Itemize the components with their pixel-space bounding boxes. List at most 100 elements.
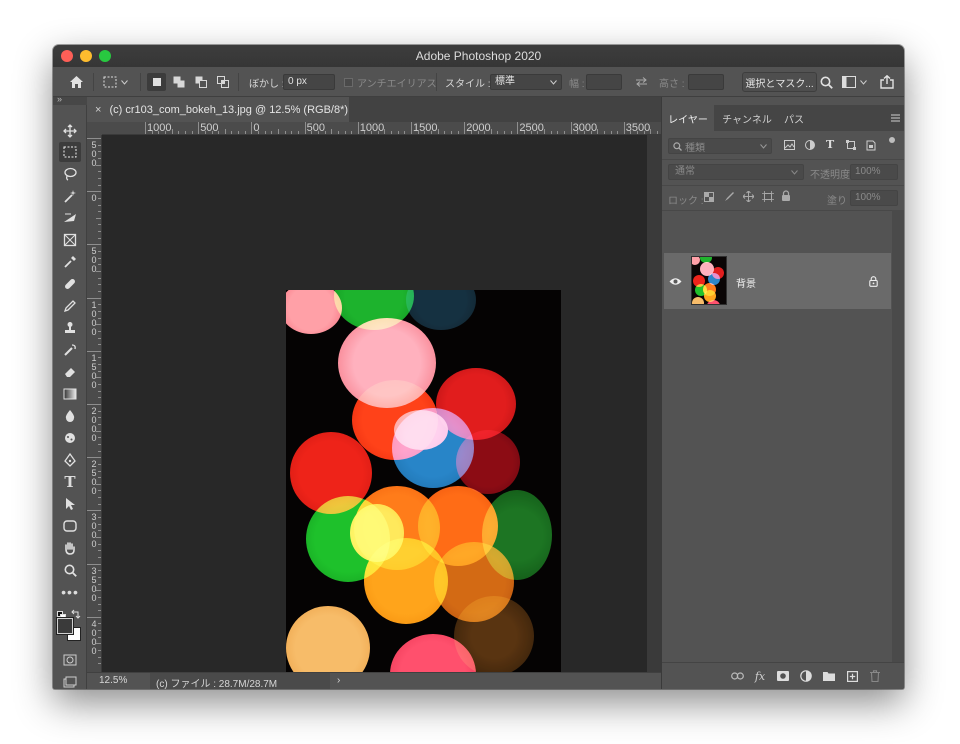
quick-mask-button[interactable]: [59, 650, 81, 670]
minimize-window-button[interactable]: [80, 50, 92, 62]
panel-menu-button[interactable]: [887, 105, 903, 131]
layer-kind-filter[interactable]: 種類: [668, 138, 772, 154]
gradient-tool[interactable]: [59, 384, 81, 404]
filter-type-icon[interactable]: T: [826, 138, 834, 151]
style-select[interactable]: 標準: [490, 74, 562, 90]
lock-artboard-button[interactable]: [762, 191, 774, 205]
marquee-tool[interactable]: [59, 142, 81, 162]
status-menu-arrow[interactable]: ›: [337, 675, 340, 686]
add-mask-button[interactable]: [776, 669, 790, 683]
expand-toolbar-icon[interactable]: »: [57, 94, 62, 104]
brush-tool[interactable]: [59, 296, 81, 316]
tab-paths[interactable]: パス: [779, 105, 809, 131]
dodge-tool[interactable]: [59, 428, 81, 448]
filter-pixel-icon[interactable]: [784, 140, 795, 153]
layer-visibility-toggle[interactable]: [669, 273, 682, 291]
ruler-minor-tick: [98, 237, 101, 239]
new-adjustment-layer-button[interactable]: [799, 669, 813, 683]
lock-all-button[interactable]: [781, 190, 791, 205]
intersect-selection-button[interactable]: [214, 67, 232, 97]
select-and-mask-button[interactable]: 選択とマスク...: [742, 72, 817, 92]
path-selection-tool[interactable]: [59, 494, 81, 514]
eyedropper-tool[interactable]: [59, 252, 81, 272]
blend-mode-select[interactable]: 通常: [668, 164, 804, 180]
canvas-area[interactable]: [102, 135, 647, 689]
filter-shape-icon[interactable]: [846, 140, 856, 153]
crop-tool[interactable]: [59, 208, 81, 228]
layers-scrollbar[interactable]: [892, 210, 904, 662]
magic-wand-tool[interactable]: [59, 186, 81, 206]
ruler-minor-tick: [397, 131, 399, 134]
ruler-minor-tick: [284, 131, 286, 134]
zoom-window-button[interactable]: [99, 50, 111, 62]
delete-layer-button[interactable]: [868, 669, 882, 683]
ruler-minor-tick: [98, 503, 101, 505]
ruler-origin[interactable]: [87, 122, 102, 135]
filter-smart-object-icon[interactable]: [866, 140, 876, 154]
ruler-minor-tick: [337, 131, 339, 134]
new-group-button[interactable]: [822, 669, 836, 683]
layer-style-button[interactable]: fx: [753, 669, 767, 683]
workspace-switcher[interactable]: [842, 67, 870, 97]
layer-row-background[interactable]: 背景: [664, 253, 891, 309]
shape-tool[interactable]: [59, 516, 81, 536]
lock-position-button[interactable]: [742, 190, 755, 205]
blur-tool[interactable]: [59, 406, 81, 426]
layer-name[interactable]: 背景: [736, 275, 756, 290]
screen-mode-button[interactable]: [59, 672, 81, 689]
home-button[interactable]: [67, 67, 85, 97]
hand-tool[interactable]: [59, 538, 81, 558]
zoom-level[interactable]: 12.5%: [99, 675, 127, 686]
mask-icon: [777, 671, 789, 681]
eraser-tool[interactable]: [59, 362, 81, 382]
fill-input[interactable]: 100%: [850, 190, 898, 206]
edit-toolbar-button[interactable]: •••: [59, 582, 81, 602]
tab-layers[interactable]: レイヤー: [662, 105, 714, 131]
foreground-color-swatch[interactable]: [57, 618, 73, 634]
filter-adjustment-icon[interactable]: [805, 140, 815, 153]
document-tab[interactable]: × (c) cr103_com_bokeh_13.jpg @ 12.5% (RG…: [87, 97, 349, 122]
lasso-tool[interactable]: [59, 164, 81, 184]
filter-toggle-switch[interactable]: [889, 137, 895, 143]
move-tool[interactable]: [59, 121, 81, 141]
add-selection-button[interactable]: [170, 67, 188, 97]
clone-stamp-tool[interactable]: [59, 318, 81, 338]
feather-input[interactable]: 0 px: [283, 74, 335, 90]
height-input[interactable]: [688, 74, 724, 90]
ruler-minor-tick: [98, 650, 101, 652]
link-layers-button[interactable]: [730, 669, 744, 683]
antialias-checkbox[interactable]: アンチエイリアス: [344, 67, 437, 97]
tab-channels[interactable]: チャンネル: [716, 105, 778, 131]
frame-tool[interactable]: [59, 230, 81, 250]
ruler-minor-tick: [98, 417, 101, 419]
pen-tool[interactable]: [59, 450, 81, 470]
share-button[interactable]: [879, 67, 895, 97]
opacity-input[interactable]: 100%: [850, 164, 898, 180]
vertical-ruler[interactable]: 500 0 500 1000 1500 2000 2500 3000 3500 4000: [87, 135, 102, 672]
lock-transparent-pixels-button[interactable]: [704, 192, 714, 205]
zoom-tool[interactable]: [59, 560, 81, 580]
type-tool[interactable]: T: [59, 472, 81, 492]
type-icon: T: [64, 473, 76, 491]
ruler-minor-tick: [504, 131, 506, 134]
close-window-button[interactable]: [61, 50, 73, 62]
bokeh-photo[interactable]: [286, 290, 561, 689]
ruler-minor-tick: [98, 364, 101, 366]
search-button[interactable]: [818, 67, 834, 97]
ruler-minor-tick: [610, 131, 612, 134]
history-brush-tool[interactable]: [59, 340, 81, 360]
subtract-selection-button[interactable]: [192, 67, 210, 97]
lock-image-pixels-button[interactable]: [724, 191, 735, 205]
vertical-scrollbar[interactable]: [647, 135, 661, 672]
width-input[interactable]: [586, 74, 622, 90]
close-tab-icon[interactable]: ×: [95, 104, 101, 116]
ruler-minor-tick: [98, 630, 101, 632]
swap-dimensions-button[interactable]: [633, 67, 649, 97]
document-info: (c) ファイル : 28.7M/28.7M: [150, 673, 330, 689]
new-selection-button[interactable]: [147, 73, 166, 91]
slice-icon: [64, 213, 76, 222]
new-layer-button[interactable]: [845, 669, 859, 683]
horizontal-ruler[interactable]: 1000 500 0 500 1000 1500 2000 2500 3000 3500: [102, 122, 661, 135]
healing-brush-tool[interactable]: [59, 274, 81, 294]
tool-preset-picker[interactable]: [103, 67, 133, 97]
